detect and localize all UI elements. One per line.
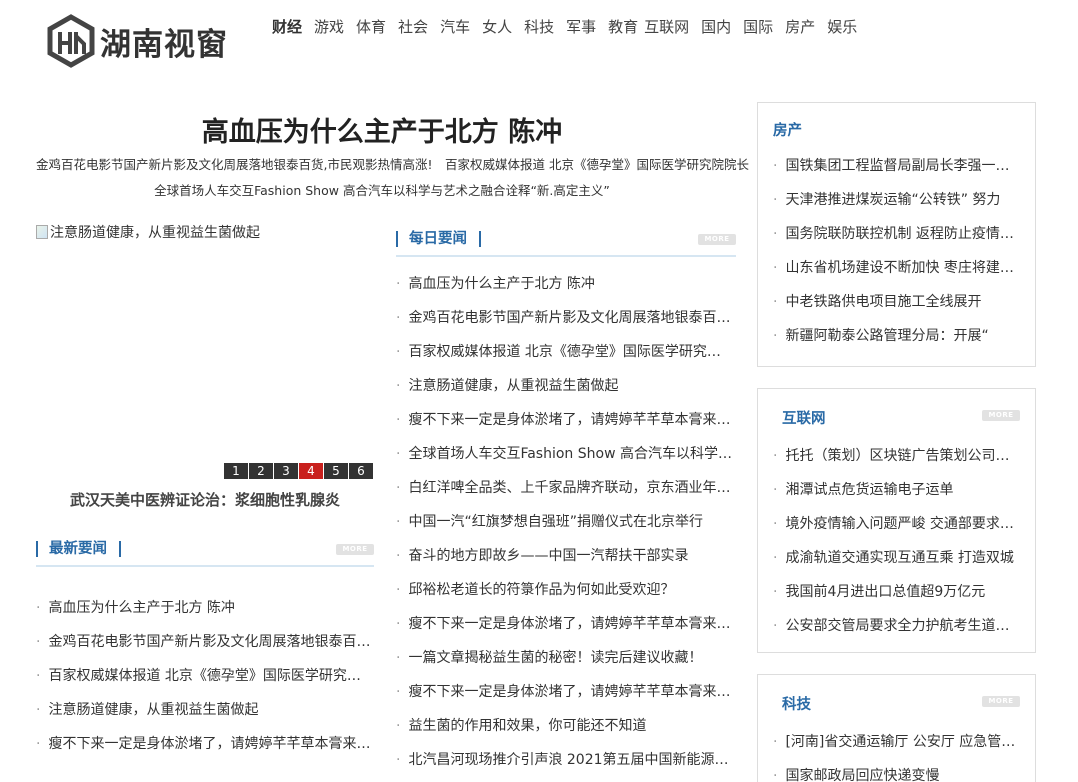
list-item[interactable]: · 高血压为什么主产于北方 陈冲 [36,591,374,625]
nav-item-games[interactable]: 游戏 [314,16,344,38]
list-item[interactable]: · 中国一汽“红旗梦想自强班”捐赠仪式在北京举行 [396,505,734,539]
sidebar-tech-list: · [河南]省交通运输厅 公安厅 应急管理厅 · 国家邮政局回应快递变慢 [758,715,1035,782]
sidebar-tech-box: 科技 MORE · [河南]省交通运输厅 公安厅 应急管理厅 · 国家邮政局回应快递… [757,674,1036,782]
daily-news-title: 每日要闻 [396,231,481,247]
list-item[interactable]: · 境外疫情输入问题严峻 交通部要求加强 [773,507,1023,541]
list-item[interactable]: · 公安部交管局要求全力护航考生道路安全 [773,609,1023,643]
slider-dot-3[interactable]: 3 [274,463,298,479]
sidebar-internet-more-button[interactable]: MORE [982,410,1020,421]
sub-headline-1[interactable]: 金鸡百花电影节国产新片影及文化周展落地银泰百货,市民观影热情高涨! 百家权威媒体… [36,154,749,173]
list-item[interactable]: · 高血压为什么主产于北方 陈冲 [396,267,734,301]
latest-news-header: 最新要闻 MORE [36,537,374,567]
slider-dot-6[interactable]: 6 [349,463,373,479]
list-item[interactable]: ·金鸡百花电影节国产新片影及文化周展落地银泰百货，市民观影热情高涨！ [396,301,734,335]
sidebar-tech-more-button[interactable]: MORE [982,696,1020,707]
sidebar-tech-title: 科技 [782,697,811,713]
slider-pagination: 1 2 3 4 5 6 [224,463,374,479]
sidebar-house-title: 房产 [773,123,802,139]
list-item[interactable]: · 益生菌的作用和效果，你可能还不知道 [396,709,734,743]
sidebar-internet-header: 互联网 MORE [758,389,1035,429]
nav-item-women[interactable]: 女人 [482,16,512,38]
list-item[interactable]: · 注意肠道健康，从重视益生菌做起 [36,693,374,727]
slider-dot-4[interactable]: 4 [299,463,323,479]
site-name: 湖南视窗 [100,26,228,63]
list-item[interactable]: · 奋斗的地方即故乡——中国一汽帮扶干部实录 [396,539,734,573]
list-item[interactable]: · 成渝轨道交通实现互通互乘 打造双城 [773,541,1023,575]
sidebar-internet-list: · 托托（策划）区块链广告策划公司成立 · 湘潭试点危货运输电子运单 · 境外疫情输入… [758,429,1035,643]
list-item[interactable]: · 百家权威媒体报道 北京《德孕堂》国际医学研究院院长 [396,335,734,369]
latest-news-more-button[interactable]: MORE [336,544,374,555]
list-item[interactable]: · 北汽昌河现场推介引声浪 2021第五届中国新能源汽车 [396,743,734,777]
list-item[interactable]: · 天津港推进煤炭运输“公转铁” 努力 [773,183,1023,217]
sidebar-internet-title: 互联网 [782,411,826,427]
list-item[interactable]: ·金鸡百花电影节国产新片影及文化周展落地银泰百货，市民观影热情高涨！ [36,625,374,659]
sidebar-house-list: · 国铁集团工程监督局副局长李强一行调研 · 天津港推进煤炭运输“公转铁” 努力 ·… [758,143,1035,353]
list-item[interactable]: · 国家邮政局回应快递变慢 [773,759,1023,782]
sidebar-internet-box: 互联网 MORE · 托托（策划）区块链广告策划公司成立 · 湘潭试点危货运输电子运… [757,388,1036,653]
list-item[interactable]: · 白红洋啤全品类、上千家品牌齐联动，京东酒业年货节 [396,471,734,505]
broken-image-icon [36,225,48,239]
nav-item-entertainment[interactable]: 娱乐 [827,16,857,38]
site-logo[interactable]: 湖南视窗 [46,14,236,68]
nav-item-international[interactable]: 国际 [743,16,773,38]
slider-dot-2[interactable]: 2 [249,463,273,479]
list-item[interactable]: · 湘潭试点危货运输电子运单 [773,473,1023,507]
slider-dot-1[interactable]: 1 [224,463,248,479]
nav-item-internet[interactable]: 互联网 [644,16,689,38]
list-item[interactable]: · 国铁集团工程监督局副局长李强一行调研 [773,149,1023,183]
list-item[interactable]: ·全球首场人车交互Fashion Show 高合汽车以科学与艺术之融合诠释 [396,437,734,471]
slider-image-alt: 注意肠道健康，从重视益生菌做起 [50,225,260,241]
list-item[interactable]: · 国务院联防联控机制 返程防止疫情扩散 [773,217,1023,251]
list-item[interactable]: · 瘦不下来一定是身体淤堵了，请娉婷芊芊草本膏来帮你 [396,675,734,709]
list-item[interactable]: · 瘦不下来一定是身体淤堵了，请娉婷芊芊草本膏来帮你 [396,403,734,437]
daily-news-list: · 高血压为什么主产于北方 陈冲 · 金鸡百花电影节国产新片影及文化周展落地银泰百货… [396,267,734,777]
nav-item-finance[interactable]: 财经 [272,16,302,38]
list-item[interactable]: · 中老铁路供电项目施工全线展开 [773,285,1023,319]
logo-icon [47,14,95,68]
nav-item-society[interactable]: 社会 [398,16,428,38]
nav-item-house[interactable]: 房产 [785,16,815,38]
nav-item-military[interactable]: 军事 [566,16,596,38]
main-nav: 财经 游戏 体育 社会 汽车 女人 科技 军事 教育 互联网 国内 国际 房产 … [266,16,863,38]
latest-news-title: 最新要闻 [36,541,121,557]
sub-headline-2[interactable]: 全球首场人车交互Fashion Show 高合汽车以科学与艺术之融合诠释“新.高… [36,180,728,199]
slider-image[interactable]: 注意肠道健康，从重视益生菌做起 [36,222,374,242]
daily-news-header: 每日要闻 MORE [396,227,736,257]
list-item[interactable]: · 注意肠道健康，从重视益生菌做起 [396,369,734,403]
list-item[interactable]: · 一篇文章揭秘益生菌的秘密！读完后建议收藏！ [396,641,734,675]
sidebar-tech-header: 科技 MORE [758,675,1035,715]
slider-dot-5[interactable]: 5 [324,463,348,479]
latest-news-list: · 高血压为什么主产于北方 陈冲 · 金鸡百花电影节国产新片影及文化周展落地银泰百货… [36,591,374,761]
list-item[interactable]: · [河南]省交通运输厅 公安厅 应急管理厅 [773,725,1023,759]
nav-item-tech[interactable]: 科技 [524,16,554,38]
list-item[interactable]: · 我国前4月进出口总值超9万亿元 [773,575,1023,609]
nav-item-domestic[interactable]: 国内 [701,16,731,38]
list-item[interactable]: · 瘦不下来一定是身体淤堵了，请娉婷芊芊草本膏来帮你 [396,607,734,641]
list-item[interactable]: · 山东省机场建设不断加快 枣庄将建机场 [773,251,1023,285]
top-headline[interactable]: 高血压为什么主产于北方 陈冲 [36,110,728,149]
nav-item-education[interactable]: 教育 [608,16,638,38]
list-item[interactable]: · 新疆阿勒泰公路管理分局：开展“ [773,319,1023,353]
list-item[interactable]: · 百家权威媒体报道 北京《德孕堂》国际医学研究院院长 [36,659,374,693]
list-item[interactable]: · 托托（策划）区块链广告策划公司成立 [773,439,1023,473]
sidebar-house-box: 房产 · 国铁集团工程监督局副局长李强一行调研 · 天津港推进煤炭运输“公转铁” 努… [757,102,1036,367]
slider-caption[interactable]: 武汉天美中医辨证论治：浆细胞性乳腺炎 [36,489,374,510]
image-slider[interactable]: 注意肠道健康，从重视益生菌做起 1 2 3 4 5 6 [36,222,374,482]
nav-item-auto[interactable]: 汽车 [440,16,470,38]
list-item[interactable]: · 瘦不下来一定是身体淤堵了，请娉婷芊芊草本膏来帮你 [36,727,374,761]
nav-item-sports[interactable]: 体育 [356,16,386,38]
daily-news-more-button[interactable]: MORE [698,234,736,245]
sidebar-house-header: 房产 [758,103,1035,143]
list-item[interactable]: · 邱裕松老道长的符箓作品为何如此受欢迎？ [396,573,734,607]
